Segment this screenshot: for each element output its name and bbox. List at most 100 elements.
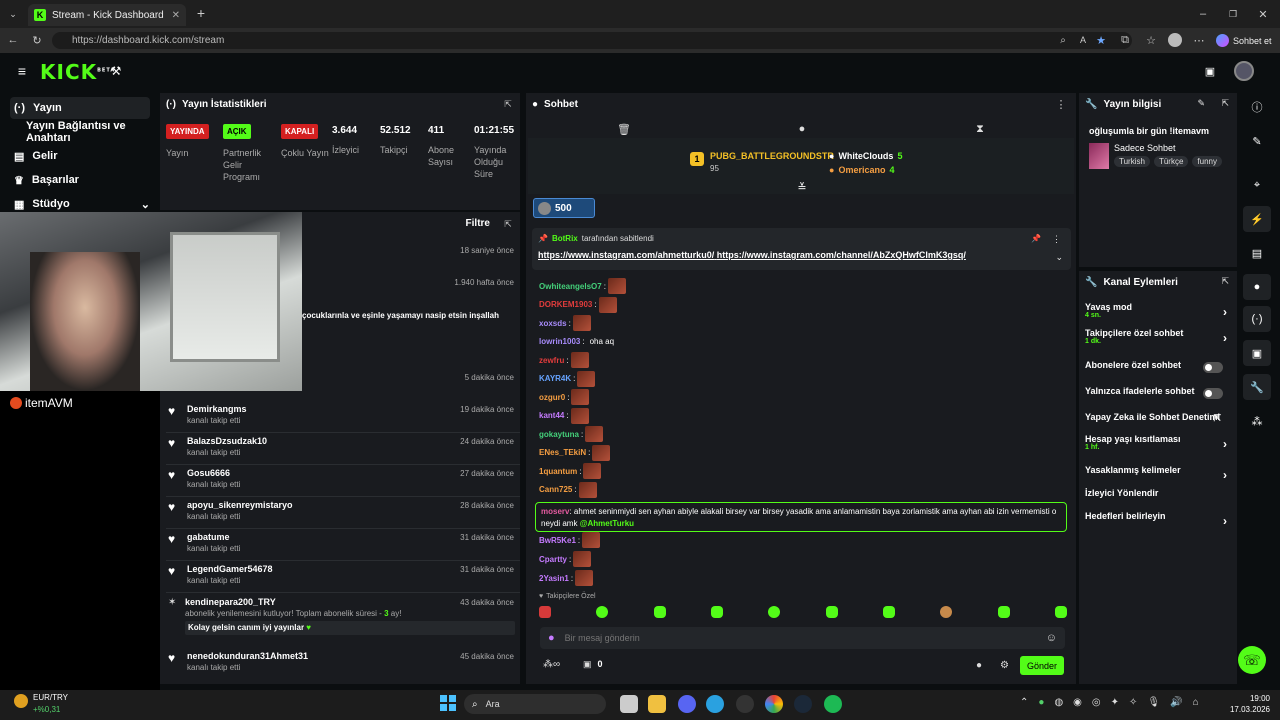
tray-chevron-icon[interactable]: ⌃ xyxy=(1020,697,1028,708)
sidebar-item-achievements[interactable]: ♛ Başarılar xyxy=(10,169,79,191)
tray-app-icon[interactable]: ◍ xyxy=(1054,697,1063,708)
hourglass-icon[interactable]: ⧗ xyxy=(974,123,986,135)
copilot-button[interactable]: Sohbet et xyxy=(1216,32,1278,49)
chat-user[interactable]: lowrin1003 xyxy=(539,337,580,346)
channel-action-row[interactable]: İzleyici Yönlendir xyxy=(1085,488,1231,510)
extensions-icon[interactable]: ⧉ xyxy=(1118,33,1132,47)
tray-app-icon[interactable]: ✧ xyxy=(1129,697,1137,708)
windows-start-icon[interactable] xyxy=(440,695,456,711)
popout-icon[interactable]: ⇱ xyxy=(1221,98,1229,109)
chevron-right-icon[interactable]: › xyxy=(1223,514,1227,528)
chat-mention[interactable]: @AhmetTurku xyxy=(580,519,634,528)
chat-bubble-icon[interactable]: ● xyxy=(796,123,808,135)
hamburger-menu-icon[interactable]: ≡ xyxy=(14,63,30,79)
edit-icon[interactable]: ✎ xyxy=(1197,98,1205,109)
emote-icon[interactable] xyxy=(1054,606,1067,618)
unpin-icon[interactable]: 📌 xyxy=(1031,234,1041,243)
emote-icon[interactable] xyxy=(882,606,895,618)
tray-app-icon[interactable]: ◎ xyxy=(1092,697,1101,708)
popout-icon[interactable]: ⇱ xyxy=(502,98,514,110)
chat-user[interactable]: zewfru xyxy=(539,356,564,365)
mic-tray-icon[interactable]: 🎙 xyxy=(1147,697,1160,708)
gift-goal[interactable]: 500 xyxy=(533,198,595,218)
chat-user[interactable]: xoxsds xyxy=(539,319,567,328)
more-icon[interactable]: ⋯ xyxy=(1192,33,1206,47)
kick-logo[interactable]: KICKBETA xyxy=(40,60,115,84)
reload-icon[interactable]: ↻ xyxy=(30,33,44,47)
new-tab-icon[interactable]: + xyxy=(194,5,208,21)
feed-row[interactable]: ♥ LegendGamer54678 kanalı takip etti 31 dak… xyxy=(166,561,520,593)
clock[interactable]: 19:00 17.03.2026 xyxy=(1222,693,1270,715)
channel-action-row[interactable]: Hedefleri belirleyin › xyxy=(1085,511,1231,533)
crosshair-icon[interactable]: ⌖ xyxy=(1243,172,1271,198)
user-avatar[interactable] xyxy=(1234,61,1254,81)
chat-user[interactable]: DORKEM1903 xyxy=(539,300,592,309)
favorite-star-icon[interactable]: ★ xyxy=(1094,33,1108,47)
nodes-icon[interactable]: ⁂ xyxy=(1243,408,1271,434)
feed-row[interactable]: ♥ gabatume kanalı takip etti 31 dakika önce xyxy=(166,529,520,561)
channel-action-row[interactable]: Takipçilere özel sohbet 1 dk. › xyxy=(1085,328,1231,350)
sidebar-item-stream-key[interactable]: Yayın Bağlantısı ve Anahtarı xyxy=(22,120,158,144)
toggle-switch[interactable] xyxy=(1203,362,1223,373)
support-button[interactable]: ☏ xyxy=(1238,646,1266,674)
chat-user[interactable]: ozgur0 xyxy=(539,393,565,402)
tray-app-icon[interactable]: ◉ xyxy=(1073,697,1082,708)
trash-icon[interactable]: 🗑 xyxy=(617,123,631,136)
lightning-icon[interactable]: ⚡ xyxy=(1243,206,1271,232)
chat-emote-icon[interactable]: ● xyxy=(976,660,982,671)
info-icon[interactable]: ⓘ xyxy=(1243,94,1271,120)
broadcast-rail-icon[interactable]: (·) xyxy=(1243,306,1271,332)
browser-tab[interactable]: K Stream - Kick Dashboard ✕ xyxy=(28,4,186,26)
close-window-icon[interactable]: ✕ xyxy=(1256,7,1270,21)
feed-row-last[interactable]: ♥ nenedokunduran31Ahmet31 kanalı takip e… xyxy=(166,648,520,676)
ticker-name[interactable]: EUR/TRY xyxy=(33,693,68,702)
profile-avatar[interactable] xyxy=(1168,33,1182,47)
chat-user[interactable]: gokaytuna xyxy=(539,430,579,439)
chat-user[interactable]: 1quantum xyxy=(539,467,577,476)
channel-action-row[interactable]: Yalnızca ifadelerle sohbet xyxy=(1085,386,1231,408)
emote-icon[interactable] xyxy=(596,606,609,618)
toggle-switch[interactable] xyxy=(1203,388,1223,399)
tab-menu-icon[interactable]: ⌄ xyxy=(6,7,20,21)
zoom-icon[interactable]: ⌕ xyxy=(1056,33,1070,47)
emote-icon[interactable] xyxy=(710,606,723,618)
pinned-links[interactable]: https://www.instagram.com/ahmetturku0/ h… xyxy=(538,250,966,260)
feed-row[interactable]: ♥ BalazsDzsudzak10 kanalı takip etti 24 dak… xyxy=(166,433,520,465)
chat-settings-icon[interactable]: ⚙ xyxy=(1000,660,1009,671)
read-aloud-icon[interactable]: A xyxy=(1076,33,1090,47)
steam-icon[interactable] xyxy=(794,695,812,713)
feed-row[interactable]: ♥ Demirkangms kanalı takip etti 19 dakika ö… xyxy=(166,401,520,433)
list-icon[interactable]: ▤ xyxy=(1243,240,1271,266)
popout-icon[interactable]: ⇱ xyxy=(1221,276,1229,287)
chrome-icon[interactable] xyxy=(765,695,783,713)
external-link-icon[interactable]: ⇱ xyxy=(1213,413,1221,424)
chevron-right-icon[interactable]: › xyxy=(1223,468,1227,482)
spotify-icon[interactable] xyxy=(824,695,842,713)
feed-sub-row[interactable]: ✶ kendinepara200_TRY 43 dakika önce abon… xyxy=(166,594,520,646)
tools-icon[interactable]: 🔧 xyxy=(1243,374,1271,400)
channel-action-row[interactable]: Hesap yaşı kısıtlaması 1 hf. › xyxy=(1085,434,1231,456)
app-icon[interactable] xyxy=(736,695,754,713)
chevron-right-icon[interactable]: › xyxy=(1223,331,1227,345)
emoji-icon[interactable]: ☺ xyxy=(1046,632,1057,644)
emote-icon[interactable] xyxy=(997,606,1010,618)
layout-icon[interactable]: ▣ xyxy=(1243,340,1271,366)
tray-app-icon[interactable]: ✦ xyxy=(1111,697,1119,708)
chat-input[interactable]: ● ☺ xyxy=(540,627,1065,649)
chat-user[interactable]: 2Yasin1 xyxy=(539,574,569,583)
expand-chevron-icon[interactable]: ⌄ xyxy=(1055,252,1063,263)
community-icon[interactable]: ⁂∞ xyxy=(543,659,560,670)
discord-icon[interactable] xyxy=(678,695,696,713)
chat-user[interactable]: Cann725 xyxy=(539,485,572,494)
send-button[interactable]: Gönder xyxy=(1020,656,1064,675)
task-view-icon[interactable] xyxy=(620,695,638,713)
chat-message-field[interactable] xyxy=(564,633,1036,643)
chat-user[interactable]: kant44 xyxy=(539,411,564,420)
emote-icon[interactable] xyxy=(539,606,551,618)
chat-user[interactable]: moserv xyxy=(541,507,569,516)
url-field[interactable]: https://dashboard.kick.com/stream xyxy=(52,32,1132,49)
channel-action-row[interactable]: Abonelere özel sohbet xyxy=(1085,360,1231,382)
volume-icon[interactable]: 🔊 xyxy=(1170,697,1182,708)
chat-user[interactable]: KAYR4K xyxy=(539,374,571,383)
emote-icon[interactable] xyxy=(653,606,666,618)
